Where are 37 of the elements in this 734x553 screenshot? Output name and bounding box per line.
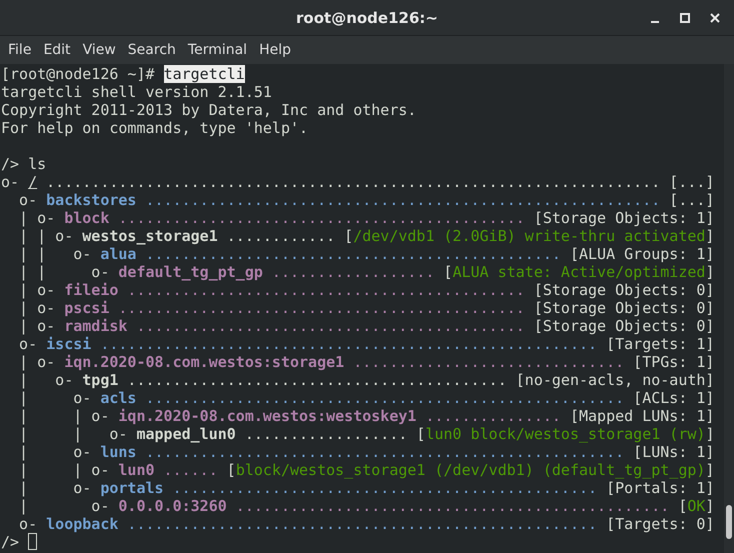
terminal-line: o- / .................................................................... [...] [1,173,714,191]
terminal-line: o- iscsi ....................................................... [Targets: 1] [18,335,714,353]
menu-item[interactable]: Terminal [182,42,254,58]
terminal-line: | | o- lun0 ...... [block/westos_storage1 (/dev/vdb1) (default_tg_pt_gp)] [18,461,714,479]
menu-item[interactable]: File [2,42,38,58]
terminal-line: For help on commands, type 'help'. [1,119,308,137]
terminal-line: | o- fileio ............................................ [Storage Objects: 0] [18,281,714,299]
terminal-line: o- backstores ......................................................... [...] [18,191,714,209]
terminal-line: | | o- default_tg_pt_gp .................. [ALUA state: Active/optimized] [18,263,714,281]
menu-item[interactable]: Edit [37,42,77,58]
terminal-line: | o- tpg1 .......................................... [no-gen-acls, no-auth] [18,371,714,389]
menu-item[interactable]: View [76,42,122,58]
terminal-line: | o- block ............................................. [Storage Objects: 1] [18,209,714,227]
terminal-line: | o- ramdisk ........................................... [Storage Objects: 0] [18,317,714,335]
minimize-icon [651,21,659,23]
terminal-line: [root@node126 ~]# targetcli [1,65,245,83]
close-icon [709,12,721,24]
menu-item[interactable]: Help [253,42,297,58]
prompt-text: /> [1,533,20,551]
terminal-line: | | o- alua .............................................. [ALUA Groups: 1] [18,245,714,263]
terminal-line: | o- 0.0.0.0:3260 ................................................ [OK] [18,497,714,515]
terminal-line: o- loopback .................................................... [Targets: 0] [18,515,714,533]
scrollbar[interactable] [724,64,734,553]
window-title: root@node126:~ [296,8,438,26]
terminal-line: | | o- iqn.2020-08.com.westos:westoskey1 ............... [Mapped LUNs: 1] [18,407,714,425]
terminal-line: | o- pscsi ............................................. [Storage Objects: 0] [18,299,714,317]
terminal-line: | o- acls ..................................................... [ACLs: 1] [18,389,714,407]
menu-item[interactable]: Search [122,42,182,58]
terminal-line: | o- luns ..................................................... [LUNs: 1] [18,443,714,461]
terminal-line: | o- portals ............................................... [Portals: 1] [18,479,714,497]
terminal-line: targetcli shell version 2.1.51 [1,83,272,101]
terminal-line: /> ls [1,155,46,173]
maximize-icon [679,12,691,24]
terminal-line: | | o- westos_storage1 ............ [/dev/vdb1 (2.0GiB) write-thru activated] [18,227,714,245]
terminal-line: | | o- mapped_lun0 .................. [lun0 block/westos_storage1 (rw)] [18,425,714,443]
terminal-line: Copyright 2011-2013 by Datera, Inc and others. [1,101,416,119]
terminal-line: | o- iqn.2020-08.com.westos:storage1 .............................. [TPGs: 1] [18,353,714,371]
